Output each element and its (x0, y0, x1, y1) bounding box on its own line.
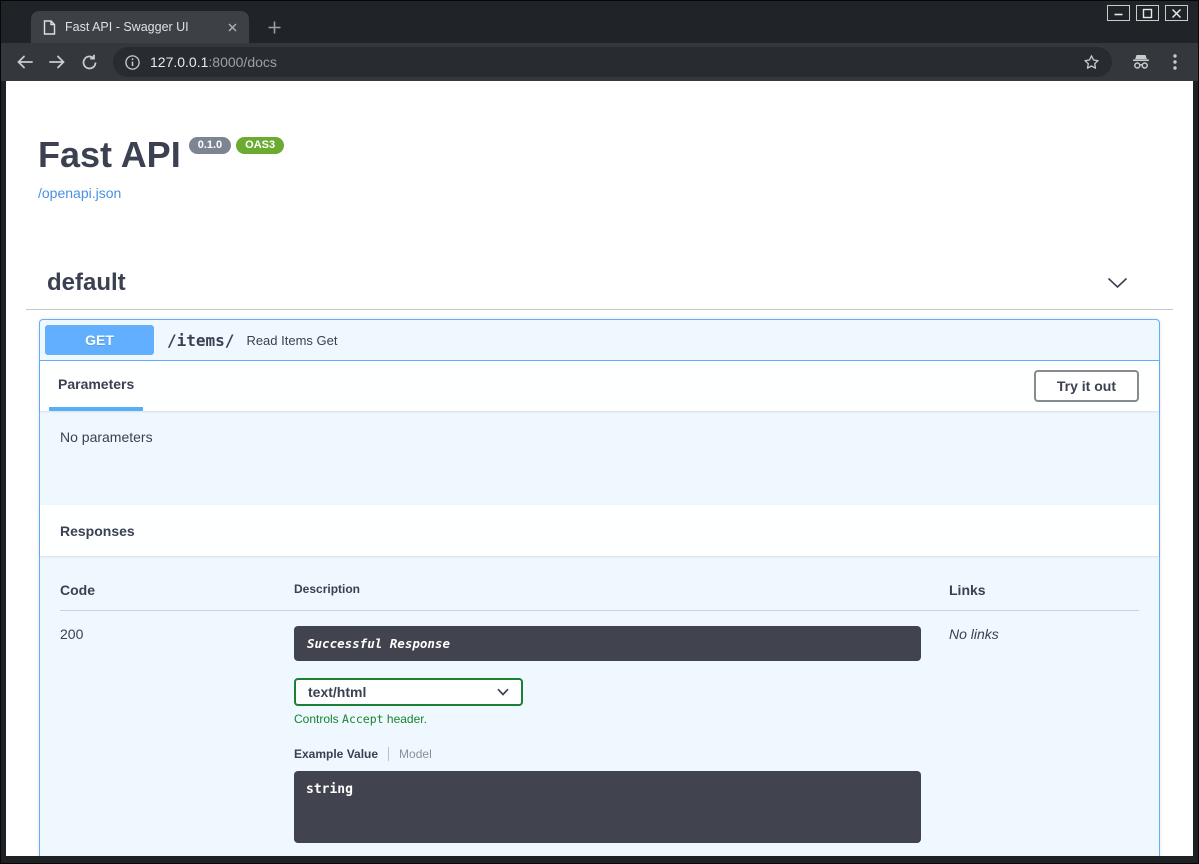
responses-heading: Responses (60, 523, 135, 539)
response-description-cell: Successful Response text/html Controls A… (294, 626, 949, 843)
response-row-200: 200 Successful Response text/html (60, 611, 1139, 843)
url-text[interactable]: 127.0.0.1:8000/docs (150, 54, 1083, 70)
responses-body: Code Description Links 200 Successful Re… (40, 556, 1159, 856)
responses-header: Responses (40, 505, 1159, 556)
api-info-section: Fast API 0.1.0 OAS3 /openapi.json (6, 81, 1193, 203)
url-path: :8000/docs (208, 54, 277, 70)
browser-tab[interactable]: Fast API - Swagger UI (31, 11, 249, 43)
incognito-icon (1128, 49, 1154, 75)
menu-kebab-icon[interactable] (1162, 49, 1188, 75)
page-favicon-document-icon (43, 20, 56, 35)
note-code: Accept (342, 712, 384, 726)
note-suffix: header. (384, 712, 427, 726)
opblock-get-items: GET /items/ Read Items Get Parameters Tr… (39, 319, 1160, 856)
tab-model[interactable]: Model (389, 747, 432, 761)
http-method-badge[interactable]: GET (45, 325, 154, 355)
close-window-button[interactable] (1165, 5, 1188, 21)
url-host: 127.0.0.1 (150, 54, 208, 70)
tag-header-default[interactable]: default (26, 263, 1173, 310)
reload-icon[interactable] (75, 48, 103, 76)
chevron-down-icon[interactable] (1107, 277, 1128, 289)
minimize-button[interactable] (1107, 5, 1130, 21)
oas3-badge: OAS3 (236, 137, 284, 154)
browser-titlebar: Fast API - Swagger UI (1, 1, 1198, 43)
forward-icon[interactable] (43, 48, 71, 76)
try-it-out-button[interactable]: Try it out (1034, 370, 1139, 402)
media-type-select[interactable]: text/html (294, 678, 523, 706)
operation-description: Read Items Get (246, 333, 337, 348)
example-value-text: string (306, 782, 353, 797)
api-title: Fast API (38, 134, 181, 175)
operation-summary[interactable]: GET /items/ Read Items Get (40, 320, 1159, 361)
browser-toolbar: 127.0.0.1:8000/docs (1, 43, 1198, 81)
tag-section: default GET /items/ Read Items Get Param… (26, 263, 1173, 856)
maximize-button[interactable] (1136, 5, 1159, 21)
note-prefix: Controls (294, 712, 342, 726)
no-parameters-text: No parameters (60, 429, 153, 445)
response-description-text: Successful Response (307, 636, 450, 651)
operation-path: /items/ (167, 331, 234, 350)
tab-title: Fast API - Swagger UI (65, 20, 223, 34)
tab-example-value[interactable]: Example Value (294, 747, 389, 761)
response-description-box: Successful Response (294, 626, 921, 661)
openapi-spec-link[interactable]: /openapi.json (38, 185, 121, 201)
response-code: 200 (60, 626, 294, 843)
example-model-tabs: Example Value Model (294, 747, 949, 761)
site-info-icon[interactable] (125, 55, 140, 70)
bookmark-star-icon[interactable] (1083, 54, 1100, 71)
column-header-code: Code (60, 582, 294, 598)
select-chevron-icon (497, 688, 509, 696)
column-header-links: Links (949, 582, 1139, 598)
column-header-description: Description (294, 582, 949, 598)
swagger-page: Fast API 0.1.0 OAS3 /openapi.json default … (6, 81, 1193, 856)
url-bar[interactable]: 127.0.0.1:8000/docs (113, 47, 1112, 77)
window-controls (1107, 5, 1188, 21)
accept-header-note: Controls Accept header. (294, 712, 949, 726)
new-tab-button[interactable] (263, 16, 285, 38)
back-icon[interactable] (11, 48, 39, 76)
parameters-header: Parameters Try it out (40, 361, 1159, 411)
media-type-value: text/html (308, 684, 366, 700)
tag-name: default (47, 269, 126, 297)
tab-parameters[interactable]: Parameters (49, 361, 143, 411)
responses-table-header: Code Description Links (60, 566, 1139, 611)
version-badge: 0.1.0 (189, 137, 231, 154)
example-value-box: string (294, 771, 921, 843)
response-links-cell: No links (949, 626, 1139, 843)
browser-window: Fast API - Swagger UI (0, 0, 1199, 864)
api-badges: 0.1.0 OAS3 (189, 137, 284, 154)
tab-close-icon[interactable] (223, 18, 241, 36)
parameters-body: No parameters (40, 411, 1159, 505)
